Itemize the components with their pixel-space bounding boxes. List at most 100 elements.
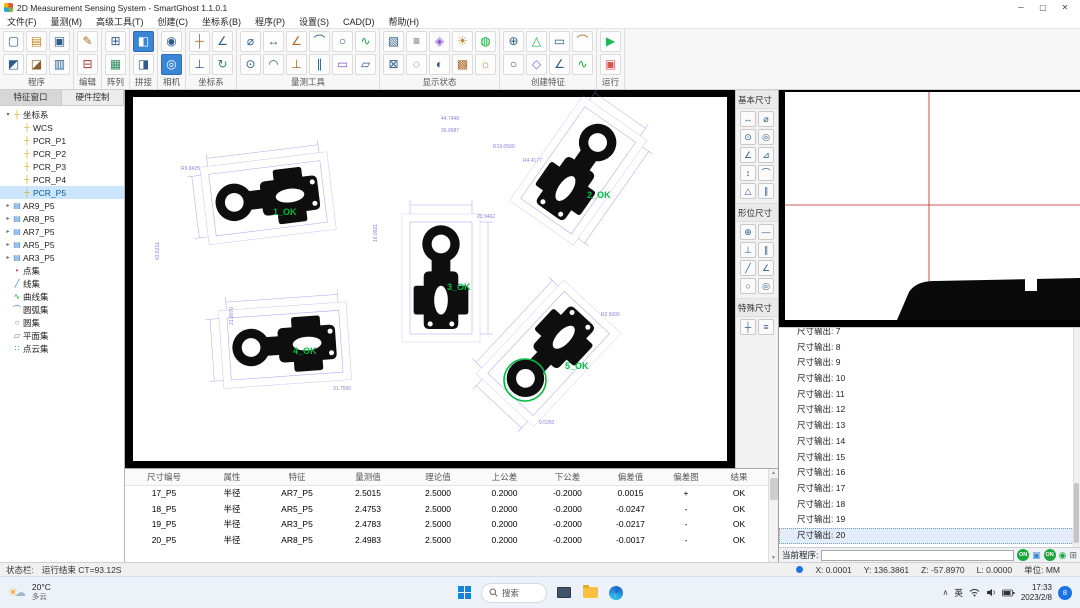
arc-measure-icon[interactable]: ⌒ <box>309 31 330 52</box>
output-item[interactable]: 尺寸输出: 17 <box>779 481 1080 497</box>
taskbar-app-edge[interactable] <box>607 584 625 602</box>
table-row[interactable]: 17_P5半径AR7_P52.50152.50000.2000-0.20000.… <box>125 486 768 502</box>
camera-snapshot-icon[interactable]: ◉ <box>1059 549 1067 561</box>
parallel-dimension-icon[interactable]: ∥ <box>758 183 774 199</box>
create-diamond-icon[interactable]: ◇ <box>526 54 547 75</box>
display-points-icon[interactable]: ◍ <box>475 31 496 52</box>
height-dimension-icon[interactable]: ↕ <box>740 165 756 181</box>
strip-section-title[interactable]: 特殊尺寸 <box>736 298 778 317</box>
table-row[interactable]: 20_P5半径AR8_P52.49832.50000.2000-0.2000-0… <box>125 533 768 549</box>
output-item[interactable]: 尺寸输出: 16 <box>779 465 1080 481</box>
output-item[interactable]: 尺寸输出: 11 <box>779 387 1080 403</box>
output-item[interactable]: 尺寸输出: 13 <box>779 418 1080 434</box>
camera-live-icon[interactable]: ◎ <box>161 54 182 75</box>
tree-item[interactable]: ┼PCR_P2 <box>0 147 124 160</box>
tree-item[interactable]: ┼PCR_P3 <box>0 160 124 173</box>
delete-tool-icon[interactable]: ⊟ <box>77 54 98 75</box>
csys-angle-icon[interactable]: ∠ <box>212 31 233 52</box>
close-button[interactable]: ✕ <box>1054 0 1076 15</box>
scroll-thumb[interactable] <box>770 478 778 500</box>
table-scrollbar[interactable]: ▲ ▼ <box>768 469 778 562</box>
clock[interactable]: 17:33 2023/2/8 <box>1021 583 1052 602</box>
volume-icon[interactable] <box>986 588 996 597</box>
expander-icon[interactable]: ▸ <box>4 241 12 248</box>
tray-expand-icon[interactable]: ∧ <box>942 588 948 597</box>
output-item[interactable]: 尺寸输出: 18 <box>779 497 1080 513</box>
display-crosshair-icon[interactable]: ⊠ <box>383 54 404 75</box>
save-program-icon[interactable]: ▣ <box>49 31 70 52</box>
output-item[interactable]: 尺寸输出: 12 <box>779 402 1080 418</box>
weather-widget[interactable]: ☀☁ 20°C 多云 <box>8 583 51 601</box>
stitch-tool-icon[interactable]: ◧ <box>133 31 154 52</box>
dimension-list-icon[interactable]: ≡ <box>758 319 774 335</box>
parallelism-tolerance-icon[interactable]: ∥ <box>758 242 774 258</box>
menu-item-5[interactable]: 坐标系(B) <box>195 15 248 28</box>
menu-item-4[interactable]: 创建(C) <box>151 15 196 28</box>
display-features-icon[interactable]: ◈ <box>429 31 450 52</box>
display-light-icon[interactable]: ☼ <box>475 54 496 75</box>
create-arc-icon[interactable]: ⌒ <box>572 31 593 52</box>
array-grid-tool-icon[interactable]: ▦ <box>105 54 126 75</box>
menu-item-9[interactable]: 帮助(H) <box>382 15 427 28</box>
display-contrast-icon[interactable]: ◐ <box>429 54 450 75</box>
wifi-icon[interactable] <box>969 588 980 597</box>
tree-item[interactable]: ⌒圆弧集 <box>0 303 124 316</box>
arc-length-dimension-icon[interactable]: ⌒ <box>758 165 774 181</box>
create-point-icon[interactable]: ⊕ <box>503 31 524 52</box>
menu-item-6[interactable]: 程序(P) <box>248 15 292 28</box>
expander-icon[interactable]: ▸ <box>4 228 12 235</box>
expander-icon[interactable]: ▸ <box>4 202 12 209</box>
open-program-icon[interactable]: ▤ <box>26 31 47 52</box>
notification-badge[interactable]: 8 <box>1058 586 1072 600</box>
csys-rotate-icon[interactable]: ↻ <box>212 54 233 75</box>
output-item[interactable]: 尺寸输出: 19 <box>779 512 1080 528</box>
create-angle-icon[interactable]: ∠ <box>549 54 570 75</box>
output-item[interactable]: 尺寸输出: 9 <box>779 355 1080 371</box>
maximize-button[interactable]: ▢ <box>1032 0 1054 15</box>
concentric-dimension-icon[interactable]: ◎ <box>758 129 774 145</box>
expander-icon[interactable]: ▾ <box>4 111 12 118</box>
inclination-tolerance-icon[interactable]: ╱ <box>740 260 756 276</box>
output-item[interactable]: 尺寸输出: 15 <box>779 450 1080 466</box>
angle-dimension-icon[interactable]: ∠ <box>740 147 756 163</box>
minimize-button[interactable]: ─ <box>1010 0 1032 15</box>
tree-item[interactable]: ┼PCR_P4 <box>0 173 124 186</box>
menu-item-2[interactable]: 量测(M) <box>44 15 90 28</box>
tree-item[interactable]: ∿曲线集 <box>0 290 124 303</box>
taper-dimension-icon[interactable]: ⊿ <box>758 147 774 163</box>
tree-item[interactable]: ○圆集 <box>0 316 124 329</box>
parallel-measure-icon[interactable]: ∥ <box>309 54 330 75</box>
rect-measure-icon[interactable]: ▭ <box>332 54 353 75</box>
table-row[interactable]: 18_P5半径AR5_P52.47532.50000.2000-0.2000-0… <box>125 502 768 518</box>
menu-item-1[interactable]: 文件(F) <box>0 15 44 28</box>
array-tool-icon[interactable]: ⊞ <box>105 31 126 52</box>
scroll-down-icon[interactable]: ▼ <box>771 554 776 562</box>
current-program-input[interactable] <box>821 550 1014 561</box>
create-triangle-icon[interactable]: △ <box>526 31 547 52</box>
new-program-icon[interactable]: ▢ <box>3 31 24 52</box>
menu-item-7[interactable]: 设置(S) <box>292 15 336 28</box>
csys-align-icon[interactable]: ⊥ <box>189 54 210 75</box>
tree-item[interactable]: ╱线集 <box>0 277 124 290</box>
point-dimension-icon[interactable]: ↔ <box>740 111 756 127</box>
position-tolerance-icon[interactable]: ⊕ <box>740 224 756 240</box>
on-toggle-1[interactable]: ON <box>1017 549 1029 561</box>
angle-measure-icon[interactable]: ∠ <box>286 31 307 52</box>
perpendicularity-tolerance-icon[interactable]: ⊥ <box>740 242 756 258</box>
tree-item[interactable]: ▸▤AR8_P5 <box>0 212 124 225</box>
output-item[interactable]: 尺寸输出: 8 <box>779 340 1080 356</box>
roundness-tolerance-icon[interactable]: ○ <box>740 278 756 294</box>
tab-feature-window[interactable]: 特征窗口 <box>0 90 62 105</box>
camera-view[interactable] <box>779 90 1080 327</box>
angularity-tolerance-icon[interactable]: ∠ <box>758 260 774 276</box>
taskbar-search[interactable]: 搜索 <box>481 583 547 603</box>
display-fill-icon[interactable]: ▩ <box>452 54 473 75</box>
plane-measure-icon[interactable]: ▱ <box>355 54 376 75</box>
tree-item[interactable]: ┼WCS <box>0 121 124 134</box>
strip-section-title[interactable]: 形位尺寸 <box>736 203 778 222</box>
strip-section-title[interactable]: 基本尺寸 <box>736 90 778 109</box>
run-program-icon[interactable]: ▶ <box>600 31 621 52</box>
ime-language-indicator[interactable]: 英 <box>954 587 963 599</box>
edit-tool-icon[interactable]: ✎ <box>77 31 98 52</box>
csys-create-icon[interactable]: ┼ <box>189 31 210 52</box>
